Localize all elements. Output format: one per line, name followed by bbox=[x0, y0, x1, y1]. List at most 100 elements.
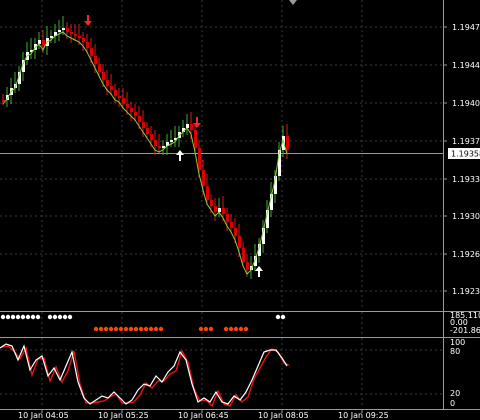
candle-body bbox=[122, 98, 125, 104]
candle-body bbox=[210, 200, 213, 206]
candle-body bbox=[118, 96, 121, 98]
candle-body bbox=[162, 146, 165, 148]
indicator1-tick-label: -201.8655 bbox=[450, 326, 480, 335]
time-tick-label: 10 Jan 09:25 bbox=[338, 411, 389, 420]
dot-orange bbox=[233, 326, 239, 332]
candle-body bbox=[206, 186, 209, 200]
dot-orange bbox=[153, 326, 159, 332]
candle-body bbox=[50, 36, 53, 38]
price-tick-label: 1.19405 bbox=[452, 99, 480, 108]
candle-body bbox=[226, 214, 229, 222]
price-tick-label: 1.19475 bbox=[452, 23, 480, 32]
candle-body bbox=[82, 38, 85, 42]
candle-body bbox=[86, 42, 89, 48]
dot-orange bbox=[108, 326, 114, 332]
dot-orange bbox=[228, 326, 234, 332]
dot-orange bbox=[118, 326, 124, 332]
dot-orange bbox=[243, 326, 249, 332]
dot-orange bbox=[208, 326, 214, 332]
price-tick-label: 1.19335 bbox=[452, 175, 480, 184]
dot-orange bbox=[103, 326, 109, 332]
candle-body bbox=[242, 248, 245, 262]
price-tick-label: 1.19230 bbox=[452, 287, 480, 296]
dot-orange bbox=[93, 326, 99, 332]
candle-body bbox=[202, 170, 205, 186]
candle-body bbox=[246, 262, 249, 270]
time-tick-label: 10 Jan 04:05 bbox=[18, 411, 69, 420]
indicator2-tick-label: 80 bbox=[450, 347, 460, 356]
dot-white bbox=[10, 314, 16, 320]
price-tick-label: 1.19440 bbox=[452, 61, 480, 70]
candle-body bbox=[146, 128, 149, 134]
indicator2-tick-label: 20 bbox=[450, 389, 460, 398]
dot-white bbox=[20, 314, 26, 320]
candle-body bbox=[158, 146, 161, 148]
dot-orange bbox=[148, 326, 154, 332]
dot-white bbox=[25, 314, 31, 320]
candle-body bbox=[90, 48, 93, 56]
dot-white bbox=[280, 314, 286, 320]
candle-body bbox=[114, 90, 117, 96]
current-price-label: 1.19358 bbox=[451, 150, 480, 159]
candle-body bbox=[110, 86, 113, 90]
candle-body bbox=[62, 28, 65, 30]
dot-orange bbox=[203, 326, 209, 332]
candle-body bbox=[234, 228, 237, 236]
dot-orange bbox=[198, 326, 204, 332]
price-tick-label: 1.19300 bbox=[452, 212, 480, 221]
candle-body bbox=[98, 64, 101, 72]
dot-orange bbox=[138, 326, 144, 332]
candle-body bbox=[154, 140, 157, 146]
dot-white bbox=[5, 314, 11, 320]
dot-orange bbox=[143, 326, 149, 332]
candle-body bbox=[218, 208, 221, 212]
dot-orange bbox=[223, 326, 229, 332]
candle-body bbox=[94, 56, 97, 64]
time-tick-label: 10 Jan 05:25 bbox=[98, 411, 149, 420]
price-tick-label: 1.19265 bbox=[452, 250, 480, 259]
candle-body bbox=[102, 72, 105, 80]
candle-body bbox=[194, 130, 197, 148]
candle-body bbox=[134, 112, 137, 116]
candle-body bbox=[106, 80, 109, 86]
dot-white bbox=[57, 314, 63, 320]
candle-body bbox=[70, 32, 73, 34]
candle-body bbox=[150, 134, 153, 140]
time-tick-label: 10 Jan 08:05 bbox=[258, 411, 309, 420]
dot-white bbox=[47, 314, 53, 320]
candle-body bbox=[130, 108, 133, 112]
candle-body bbox=[230, 222, 233, 228]
candle-body bbox=[198, 148, 201, 170]
dot-white bbox=[35, 314, 41, 320]
candle-body bbox=[286, 136, 289, 150]
dot-orange bbox=[98, 326, 104, 332]
dot-orange bbox=[113, 326, 119, 332]
dot-white bbox=[62, 314, 68, 320]
candle-body bbox=[138, 116, 141, 122]
dot-white bbox=[15, 314, 21, 320]
dot-white bbox=[67, 314, 73, 320]
price-tick-label: 1.19370 bbox=[452, 137, 480, 146]
candle-body bbox=[58, 30, 61, 32]
candle-body bbox=[142, 122, 145, 128]
dot-orange bbox=[238, 326, 244, 332]
candle-body bbox=[126, 104, 129, 108]
candle-body bbox=[214, 206, 217, 212]
dot-white bbox=[30, 314, 36, 320]
dot-orange bbox=[123, 326, 129, 332]
candle-body bbox=[38, 40, 41, 44]
candle-body bbox=[42, 40, 45, 46]
time-tick-label: 10 Jan 06:45 bbox=[178, 411, 229, 420]
dot-orange bbox=[133, 326, 139, 332]
dot-orange bbox=[128, 326, 134, 332]
candle-body bbox=[66, 28, 69, 32]
candle-body bbox=[190, 124, 193, 130]
candle-body bbox=[78, 36, 81, 38]
candle-body bbox=[222, 208, 225, 214]
candle-body bbox=[170, 140, 173, 142]
dot-white bbox=[52, 314, 58, 320]
dot-orange bbox=[158, 326, 164, 332]
trading-chart[interactable]: 1.19475 1.19440 1.19405 1.19370 1.19335 1.193… bbox=[0, 0, 480, 420]
dot-white bbox=[275, 314, 281, 320]
candle-body bbox=[74, 34, 77, 36]
